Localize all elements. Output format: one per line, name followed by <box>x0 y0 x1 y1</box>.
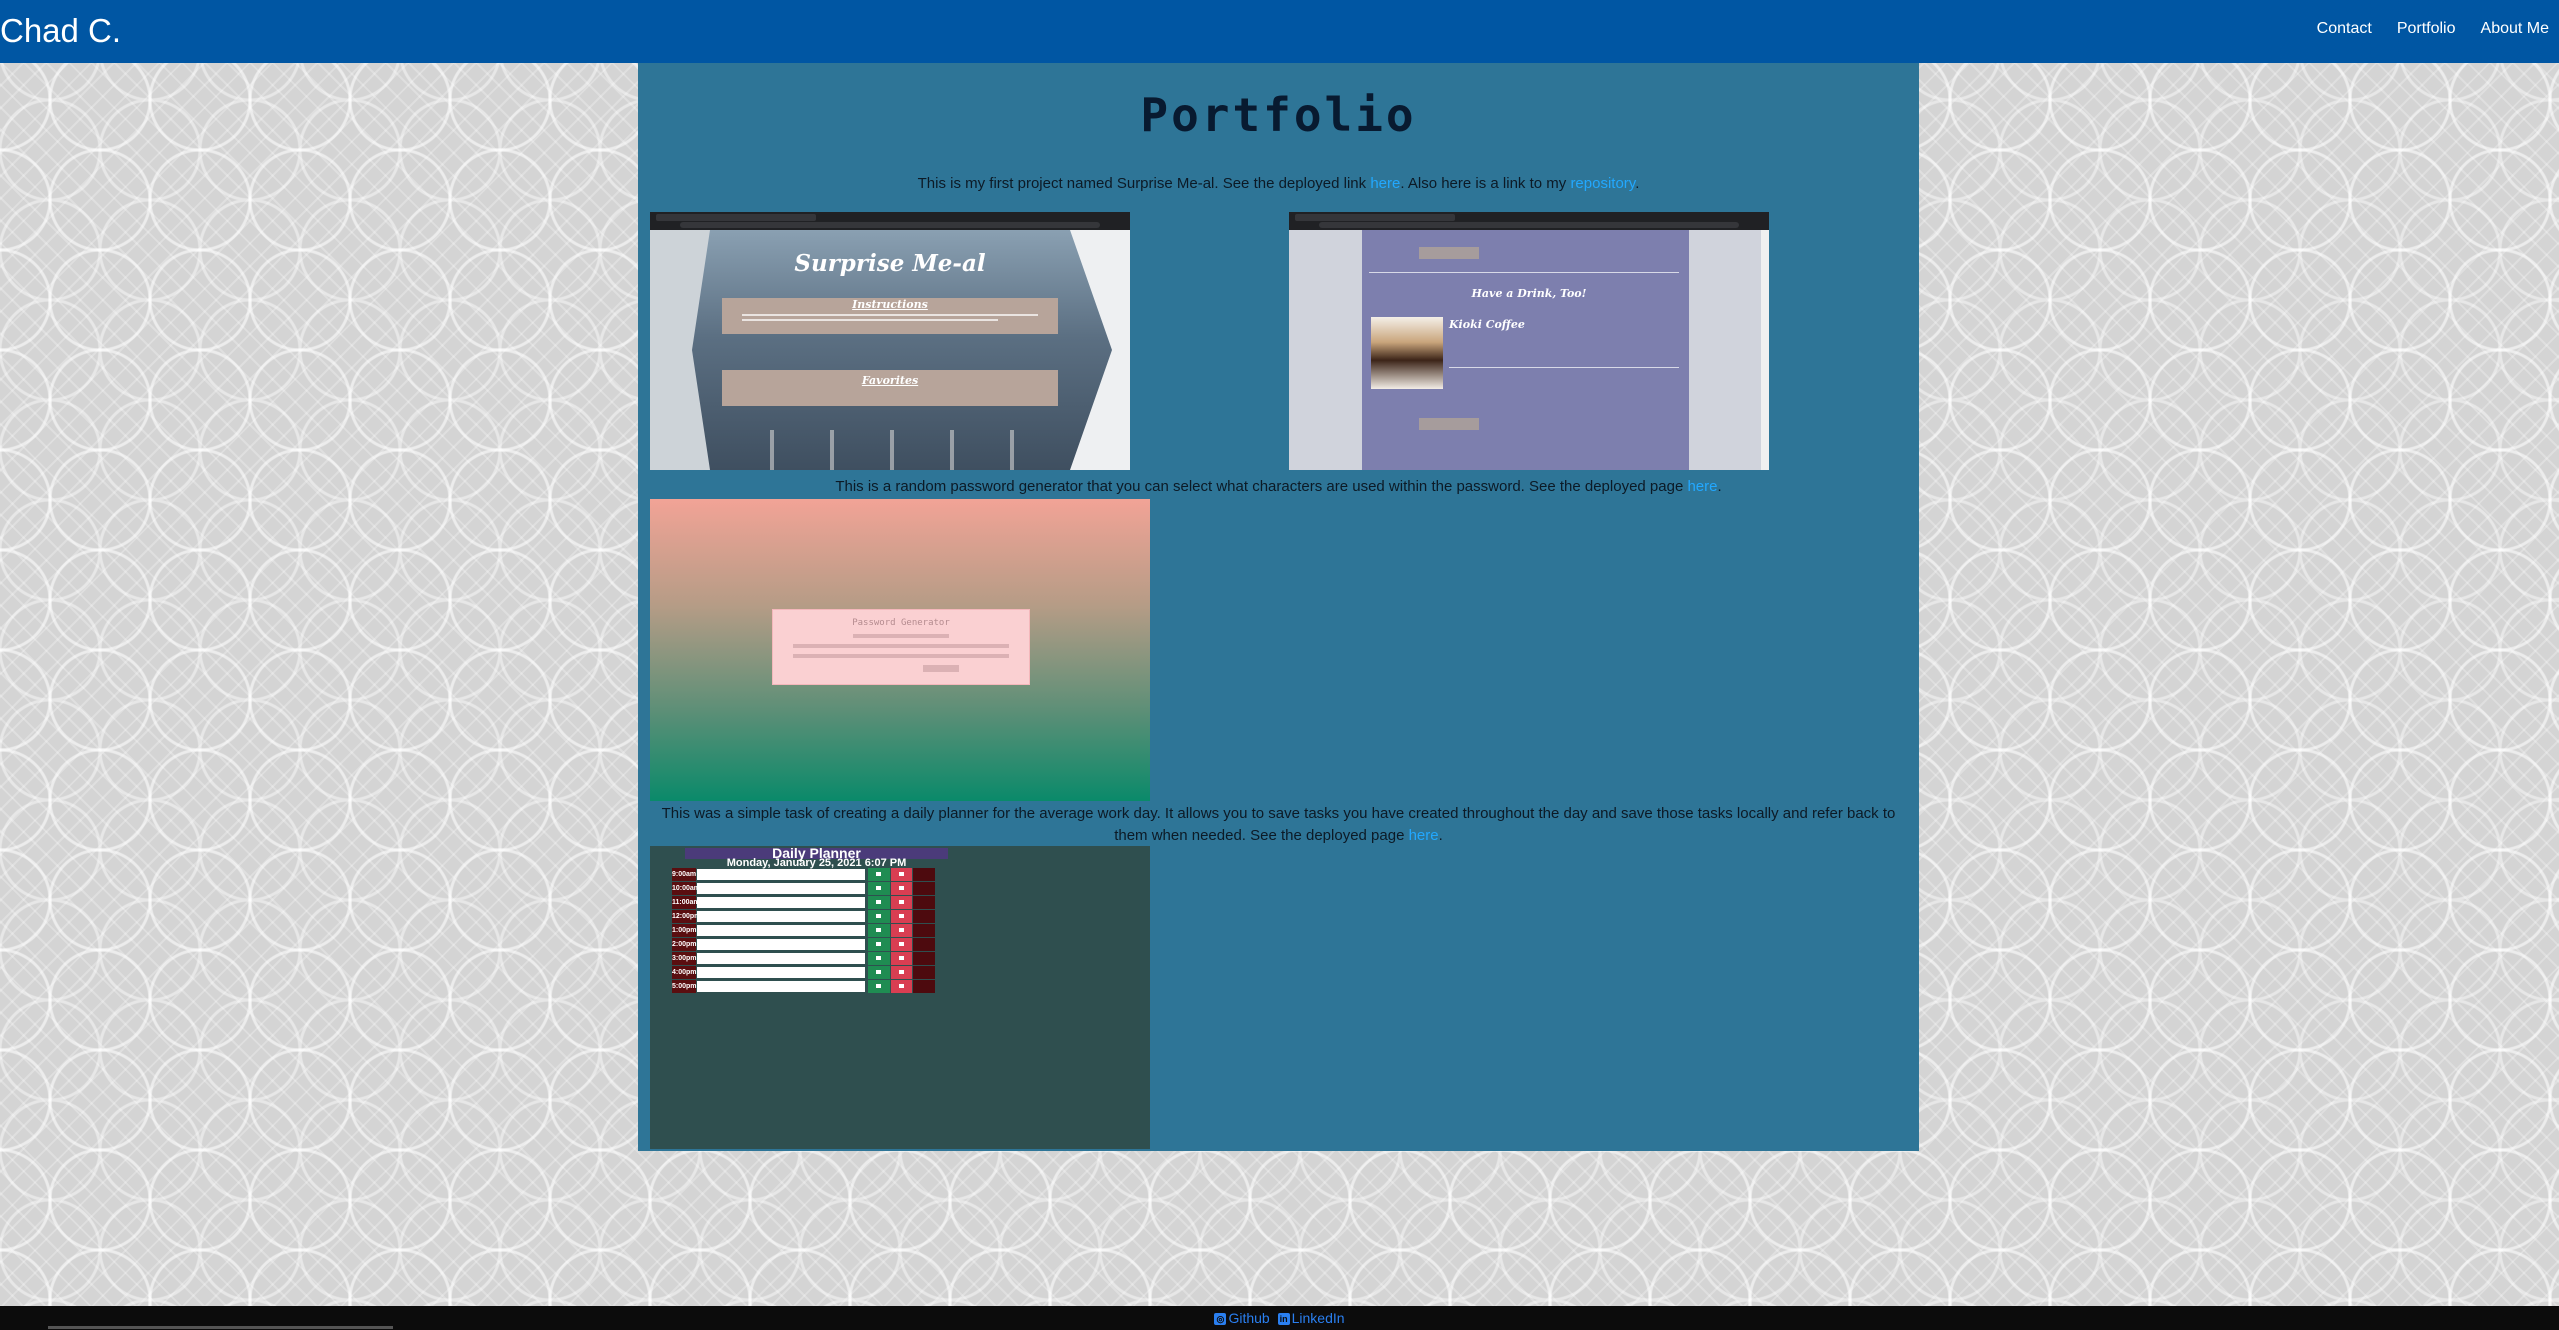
daily-planner-screenshot: Daily Planner Monday, January 25, 2021 6… <box>650 846 1150 1149</box>
project1-text-middle: . Also here is a link to my <box>1400 175 1571 192</box>
project2-text: This is a random password generator that… <box>835 478 1688 495</box>
hour-label: 2:00pm <box>672 938 697 951</box>
hour-label: 12:00pm <box>672 910 700 923</box>
project3-deployed-link[interactable]: here <box>1409 827 1439 844</box>
hour-label: 3:00pm <box>672 952 697 965</box>
planner-row: 4:00pm <box>672 966 935 979</box>
nav-link-about-me[interactable]: About Me <box>2481 20 2549 38</box>
project2-deployed-link[interactable]: here <box>1687 478 1717 495</box>
drink-heading: Have a Drink, Too! <box>1471 287 1587 300</box>
surprise-meal-title: Surprise Me-al <box>794 250 986 277</box>
brand-title[interactable]: Chad C. <box>0 12 121 50</box>
planner-row: 12:00pm <box>672 910 935 923</box>
surprise-meal-screenshot-2: Have a Drink, Too! Kioki Coffee <box>1289 212 1769 470</box>
project3-description: This was a simple task of creating a dai… <box>648 803 1909 847</box>
nav-links: Contact Portfolio About Me <box>2317 20 2559 38</box>
planner-row: 9:00am <box>672 868 935 881</box>
linkedin-link[interactable]: LinkedIn <box>1292 1310 1345 1326</box>
planner-row: 2:00pm <box>672 938 935 951</box>
footer: ◎ Github in LinkedIn <box>0 1306 2559 1330</box>
horizontal-scrollbar[interactable] <box>48 1326 393 1329</box>
project3-text-end: . <box>1438 827 1443 844</box>
password-generator-title: Password Generator <box>852 618 950 628</box>
project1-repository-link[interactable]: repository <box>1570 175 1635 192</box>
nav-link-portfolio[interactable]: Portfolio <box>2397 20 2456 38</box>
instructions-box: Instructions <box>722 298 1058 334</box>
github-link[interactable]: Github <box>1228 1310 1269 1326</box>
hour-label: 4:00pm <box>672 966 697 979</box>
planner-row: 11:00am <box>672 896 935 909</box>
github-icon: ◎ <box>1214 1313 1227 1326</box>
hour-label: 11:00am <box>672 896 700 909</box>
planner-row: 3:00pm <box>672 952 935 965</box>
instructions-heading: Instructions <box>852 298 928 311</box>
hour-label: 9:00am <box>672 868 696 881</box>
project1-description: This is my first project named Surprise … <box>648 173 1909 195</box>
planner-row: 10:00am <box>672 882 935 895</box>
planner-date: Monday, January 25, 2021 6:07 PM <box>726 857 907 869</box>
hour-label: 5:00pm <box>672 980 697 993</box>
nav-link-contact[interactable]: Contact <box>2317 20 2372 38</box>
portfolio-container: Portfolio This is my first project named… <box>638 63 1919 1151</box>
drink-name: Kioki Coffee <box>1449 318 1525 331</box>
coffee-image <box>1371 317 1443 389</box>
navbar: Chad C. Contact Portfolio About Me <box>0 0 2559 63</box>
surprise-meal-screenshot-1: Surprise Me-al Instructions Favorites <box>650 212 1130 470</box>
hour-label: 1:00pm <box>672 924 697 937</box>
planner-row: 5:00pm <box>672 980 935 993</box>
project3-text: This was a simple task of creating a dai… <box>661 805 1896 844</box>
project2-text-end: . <box>1717 478 1722 495</box>
password-generator-screenshot: Password Generator <box>650 499 1150 801</box>
favorites-heading: Favorites <box>861 374 919 387</box>
project2-description: This is a random password generator that… <box>648 476 1909 498</box>
password-generator-card: Password Generator <box>772 609 1030 685</box>
project1-deployed-link[interactable]: here <box>1370 175 1400 192</box>
linkedin-icon: in <box>1277 1313 1290 1326</box>
planner-row: 1:00pm <box>672 924 935 937</box>
project1-text-end: . <box>1635 175 1640 192</box>
project1-text: This is my first project named Surprise … <box>917 175 1371 192</box>
favorites-box: Favorites <box>722 370 1058 406</box>
page-title: Portfolio <box>1140 88 1417 142</box>
hour-label: 10:00am <box>672 882 700 895</box>
